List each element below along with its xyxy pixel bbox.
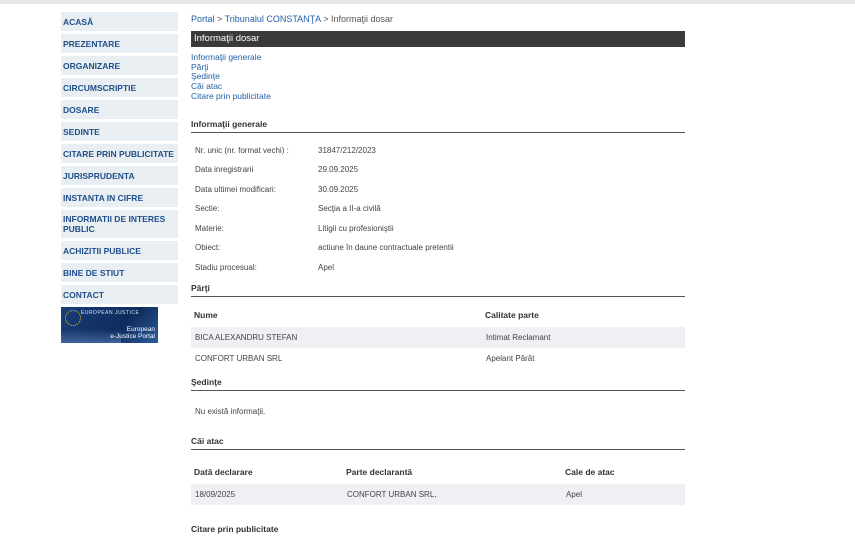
section-title-sedinte: Şedinţe	[191, 377, 685, 392]
info-label: Materie:	[195, 223, 224, 233]
info-row: Data ultimei modificari: 30.09.2025	[191, 180, 685, 200]
info-value: actiune în daune contractuale pretentii	[318, 243, 454, 253]
anchor-sedinte[interactable]: Şedinţe	[191, 72, 685, 82]
column-header: Dată declarare	[194, 467, 253, 478]
table-cell: CONFORT URBAN SRL,	[343, 484, 562, 506]
table-cell: Intimat Reclamant	[482, 327, 685, 349]
sidebar-item-dosare[interactable]: DOSARE	[61, 100, 178, 119]
sidebar-item-achizitii-publice[interactable]: ACHIZITII PUBLICE	[61, 241, 178, 260]
column-header: Parte declarantă	[346, 467, 413, 478]
table-header-row: Dată declarare Parte declarantă Cale de …	[191, 460, 685, 484]
info-row: Obiect: actiune în daune contractuale pre…	[191, 238, 685, 258]
eu-stars-icon	[65, 310, 81, 326]
main-content: Portal > Tribunalul CONSTANŢA > Informaţ…	[191, 12, 685, 534]
info-label: Obiect:	[195, 243, 221, 253]
table-header-row: Nume Calitate parte	[191, 303, 685, 327]
sidebar-nav: ACASĂ PREZENTARE ORGANIZARE CIRCUMSCRIPT…	[61, 12, 178, 343]
section-title-parti: Părţi	[191, 283, 685, 298]
breadcrumb: Portal > Tribunalul CONSTANŢA > Informaţ…	[191, 12, 685, 26]
info-label: Data inregistrarii	[195, 165, 254, 175]
column-header: Cale de atac	[565, 467, 615, 478]
info-value: Apel	[318, 262, 335, 272]
banner-small-text: EUROPEAN JUSTICE	[81, 310, 140, 316]
banner-line2: e-Justice Portal	[110, 333, 155, 340]
sidebar-item-acasa[interactable]: ACASĂ	[61, 12, 178, 31]
info-value: Secţia a II-a civilă	[318, 204, 381, 214]
breadcrumb-portal-link[interactable]: Portal	[191, 14, 215, 24]
sidebar-item-sedinte[interactable]: SEDINTE	[61, 122, 178, 141]
info-value: 29.09.2025	[318, 165, 359, 175]
cai-atac-table: Dată declarare Parte declarantă Cale de …	[191, 460, 685, 506]
sidebar-item-instanta-in-cifre[interactable]: INSTANTA IN CIFRE	[61, 188, 178, 207]
sidebar-item-prezentare[interactable]: PREZENTARE	[61, 34, 178, 53]
table-cell: CONFORT URBAN SRL	[195, 354, 283, 364]
sidebar-item-circumscriptie[interactable]: CIRCUMSCRIPTIE	[61, 78, 178, 97]
page-title: Informaţii dosar	[191, 31, 685, 47]
parti-table: Nume Calitate parte BICA ALEXANDRU STEFA…	[191, 303, 685, 369]
table-row: 18/09/2025 CONFORT URBAN SRL, Apel	[191, 484, 685, 506]
info-label: Sectie:	[195, 204, 220, 214]
info-label: Stadiu procesual:	[195, 262, 257, 272]
info-row: Data inregistrarii 29.09.2025	[191, 160, 685, 180]
general-info-table: Nr. unic (nr. format vechi) : 31847/212/2…	[191, 141, 685, 278]
breadcrumb-separator: >	[323, 14, 329, 24]
table-cell: Apel	[562, 484, 685, 506]
table-row: CONFORT URBAN SRL Apelant Pârât	[191, 348, 685, 369]
info-value: 31847/212/2023	[318, 145, 376, 155]
sidebar-item-informatii-interes-public[interactable]: INFORMATII DE INTERES PUBLIC	[61, 210, 178, 238]
breadcrumb-separator: >	[217, 14, 223, 24]
info-label: Data ultimei modificari:	[195, 184, 276, 194]
table-cell: 18/09/2025	[191, 484, 343, 506]
info-value: 30.09.2025	[318, 184, 359, 194]
anchor-informatii-generale[interactable]: Informaţii generale	[191, 52, 685, 63]
anchor-parti[interactable]: Părţi	[191, 62, 685, 73]
table-cell: Apelant Pârât	[486, 354, 535, 364]
column-header: Calitate parte	[485, 310, 539, 321]
anchor-citare[interactable]: Citare prin publicitate	[191, 91, 685, 102]
info-row: Materie: Litigii cu profesioniştii	[191, 219, 685, 239]
breadcrumb-current: Informaţii dosar	[330, 14, 393, 24]
info-value: Litigii cu profesioniştii	[318, 223, 394, 233]
sidebar-item-jurisprudenta[interactable]: JURISPRUDENTA	[61, 166, 178, 185]
section-title-informatii-generale: Informaţii generale	[191, 119, 685, 133]
sidebar-item-organizare[interactable]: ORGANIZARE	[61, 56, 178, 75]
section-title-cai-atac: Căi atac	[191, 436, 685, 451]
sidebar-item-contact[interactable]: CONTACT	[61, 285, 178, 304]
info-row: Stadiu procesual: Apel	[191, 258, 685, 278]
section-anchor-links: Informaţii generale Părţi Şedinţe Căi at…	[191, 52, 685, 102]
sedinte-empty-message: Nu există informaţii.	[195, 407, 266, 417]
info-label: Nr. unic (nr. format vechi) :	[195, 145, 289, 155]
banner-line1: European	[126, 326, 155, 333]
section-title-citare: Citare prin publicitate	[191, 524, 279, 535]
sidebar-item-citare[interactable]: CITARE PRIN PUBLICITATE	[61, 144, 178, 163]
top-bar	[0, 0, 855, 4]
breadcrumb-court-link[interactable]: Tribunalul CONSTANŢA	[225, 14, 321, 24]
column-header: Nume	[194, 310, 218, 321]
table-cell: BICA ALEXANDRU STEFAN	[191, 327, 482, 349]
sidebar-item-bine-de-stiut[interactable]: BINE DE STIUT	[61, 263, 178, 282]
ejustice-portal-banner[interactable]: EUROPEAN JUSTICE European e-Justice Port…	[61, 307, 158, 343]
banner-portal-text: European e-Justice Portal	[110, 326, 155, 340]
info-row: Nr. unic (nr. format vechi) : 31847/212/2…	[191, 141, 685, 161]
table-row: BICA ALEXANDRU STEFAN Intimat Reclamant	[191, 327, 685, 349]
info-row: Sectie: Secţia a II-a civilă	[191, 199, 685, 219]
